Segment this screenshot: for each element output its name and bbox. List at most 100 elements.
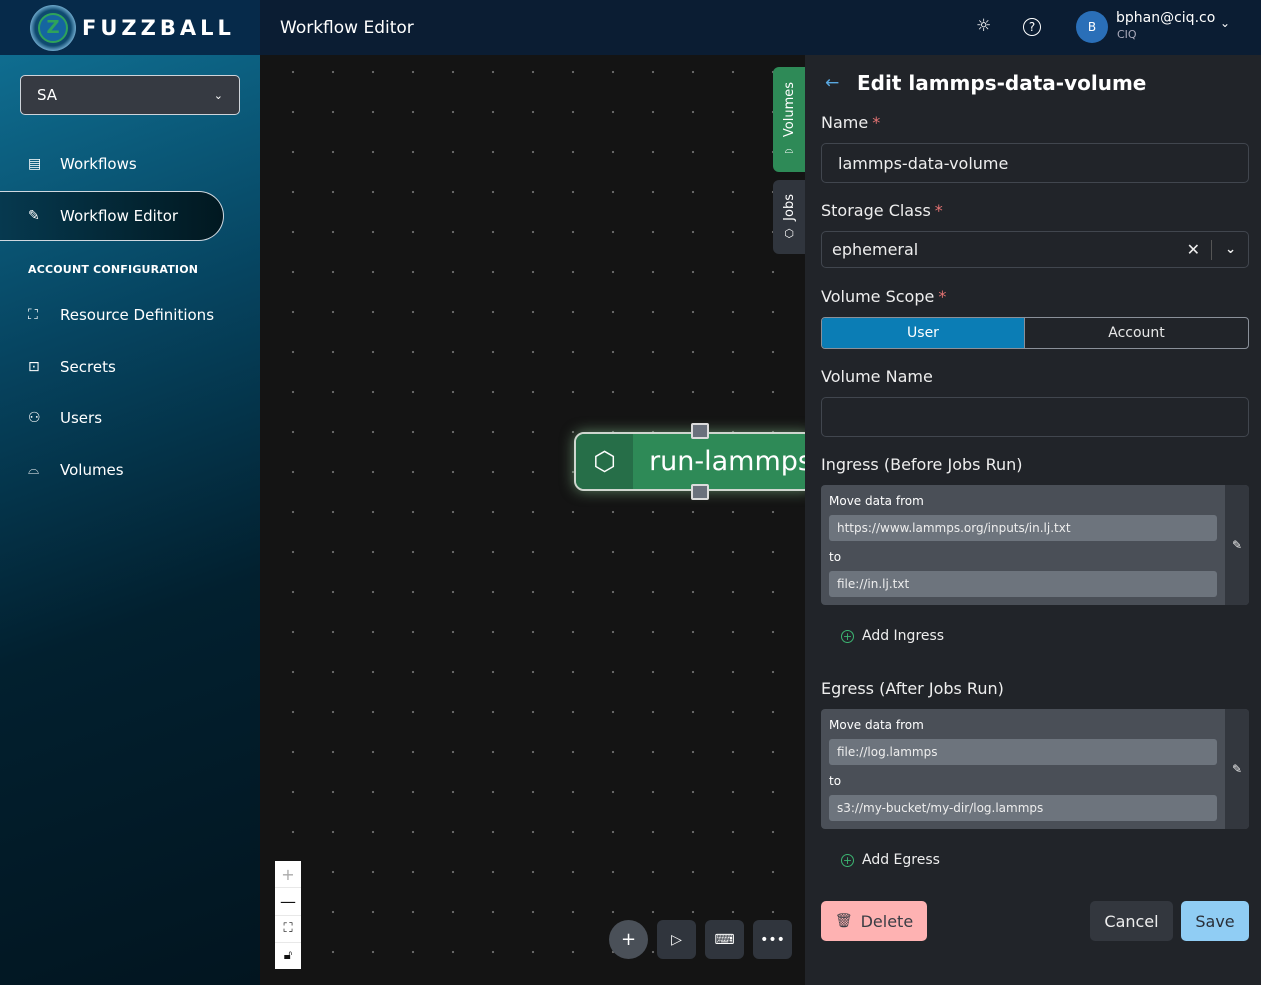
job-node[interactable]: ⬡ run-lammps [574,432,814,491]
cancel-button[interactable]: Cancel [1090,901,1173,941]
fuzzball-logo[interactable]: Z [30,4,76,51]
avatar[interactable]: B [1076,11,1108,43]
sidebar-item-users[interactable]: ⚇ Users [0,393,224,443]
tab-volumes[interactable]: Volumes ⌓ [773,67,805,172]
chevron-down-icon[interactable]: ⌄ [1225,242,1236,257]
volume-scope-toggle: User Account [821,317,1249,349]
edit-volume-panel: ← Edit lammps-data-volume Name * lammps-d… [805,55,1261,985]
ingress-to-value: file://in.lj.txt [829,571,1217,597]
add-ingress-label: Add Ingress [862,628,945,644]
volume-name-label: Volume Name [821,367,933,386]
volume-name-input[interactable] [821,397,1249,437]
sidebar-item-label: Resource Definitions [60,306,215,324]
ingress-card: Move data from https://www.lammps.org/in… [821,485,1249,605]
save-button[interactable]: Save [1181,901,1249,941]
sidebar-item-label: Workflow Editor [60,207,179,225]
tab-label: Volumes [781,81,797,138]
label-text: Storage Class [821,201,931,220]
more-icon: ••• [760,931,785,948]
sidebar-item-label: Users [60,409,103,427]
ingress-from-value: https://www.lammps.org/inputs/in.lj.txt [829,515,1217,541]
pencil-icon: ✎ [1231,538,1243,552]
sidebar-item-volumes[interactable]: ⌓ Volumes [0,445,224,495]
workflow-canvas[interactable] [260,55,805,985]
sidebar-item-secrets[interactable]: ⊡ Secrets [0,342,224,392]
user-org: CIQ [1117,28,1137,41]
label-text: Name [821,113,869,132]
node-output-handle[interactable] [691,484,709,500]
org-select[interactable]: SA ⌄ [20,75,240,115]
list-icon: ▤ [28,156,42,172]
delete-button[interactable]: 🗑︎ Delete [821,901,927,941]
delete-label: Delete [860,911,914,931]
help-icon[interactable]: ? [1023,18,1041,36]
add-egress-label: Add Egress [862,852,940,868]
name-label: Name * [821,113,881,132]
node-input-handle[interactable] [691,423,709,439]
run-button[interactable]: ▷ [657,920,696,959]
panel-title: Edit lammps-data-volume [857,71,1147,95]
users-icon: ⚇ [28,410,41,426]
to-label: to [829,550,842,564]
secret-icon: ⊡ [28,359,40,375]
page-title: Workflow Editor [280,17,414,38]
from-label: Move data from [829,494,924,508]
keyboard-button[interactable]: ⌨ [705,920,744,959]
edit-egress-button[interactable]: ✎ [1225,709,1249,829]
to-label: to [829,774,842,788]
play-icon: ▷ [671,931,682,948]
add-node-button[interactable]: + [609,920,648,959]
cube-icon: ⬡ [784,226,794,240]
lock-icon[interactable]: 🔓︎ [275,943,301,969]
brand-header: Z FUZZBALL [0,0,260,55]
chevron-down-icon[interactable]: ⌄ [1220,16,1230,30]
zoom-out-icon[interactable]: — [275,888,301,916]
trash-icon: 🗑︎ [834,913,853,929]
volume-scope-label: Volume Scope * [821,287,947,306]
scope-user-option[interactable]: User [822,318,1024,348]
chevron-down-icon: ⌄ [213,88,223,102]
more-button[interactable]: ••• [753,920,792,959]
tab-jobs[interactable]: Jobs ⬡ [773,180,805,254]
scope-account-option[interactable]: Account [1024,318,1248,348]
drive-icon: ⌓ [28,462,40,478]
zoom-in-icon[interactable]: + [275,861,301,889]
egress-card: Move data from file://log.lammps to s3:/… [821,709,1249,829]
sidebar-item-workflow-editor[interactable]: ✎ Workflow Editor [0,191,224,241]
egress-to-value: s3://my-bucket/my-dir/log.lammps [829,795,1217,821]
clear-icon[interactable]: ✕ [1187,240,1200,259]
fit-view-icon[interactable]: ⛶ [275,916,301,943]
sidebar: SA ⌄ ▤ Workflows ✎ Workflow Editor ACCOUNT … [0,55,260,985]
hierarchy-icon: ⛶ [28,307,38,323]
add-egress-button[interactable]: + Add Egress [841,852,940,868]
user-email[interactable]: bphan@ciq.co [1116,10,1215,26]
name-input[interactable]: lammps-data-volume [821,143,1249,183]
zoom-controls: + — ⛶ 🔓︎ [275,861,301,969]
top-bar: Workflow Editor [260,0,1261,55]
storage-class-select[interactable]: ephemeral ✕ ⌄ [821,231,1249,268]
org-value: SA [37,86,58,104]
plus-circle-icon: + [841,853,854,867]
add-ingress-button[interactable]: + Add Ingress [841,628,944,644]
brand-name: FUZZBALL [82,15,235,40]
lightbulb-icon[interactable]: ☼ [976,16,991,36]
sidebar-item-resource-definitions[interactable]: ⛶ Resource Definitions [0,290,224,340]
back-arrow-icon[interactable]: ← [825,73,839,93]
pencil-icon: ✎ [1231,762,1243,776]
sidebar-item-label: Volumes [60,461,124,479]
keyboard-icon: ⌨ [714,931,735,948]
egress-label: Egress (After Jobs Run) [821,679,1004,698]
plus-circle-icon: + [841,629,854,643]
edit-icon: ✎ [28,208,40,224]
ingress-label: Ingress (Before Jobs Run) [821,455,1023,474]
storage-class-label: Storage Class * [821,201,943,220]
sidebar-item-label: Workflows [60,155,137,173]
label-text: Volume Scope [821,287,935,306]
sidebar-item-label: Secrets [60,358,116,376]
egress-from-value: file://log.lammps [829,739,1217,765]
sidebar-item-workflows[interactable]: ▤ Workflows [0,139,224,189]
edit-ingress-button[interactable]: ✎ [1225,485,1249,605]
from-label: Move data from [829,718,924,732]
plus-icon: + [620,929,637,950]
cube-icon: ⬡ [576,434,634,489]
